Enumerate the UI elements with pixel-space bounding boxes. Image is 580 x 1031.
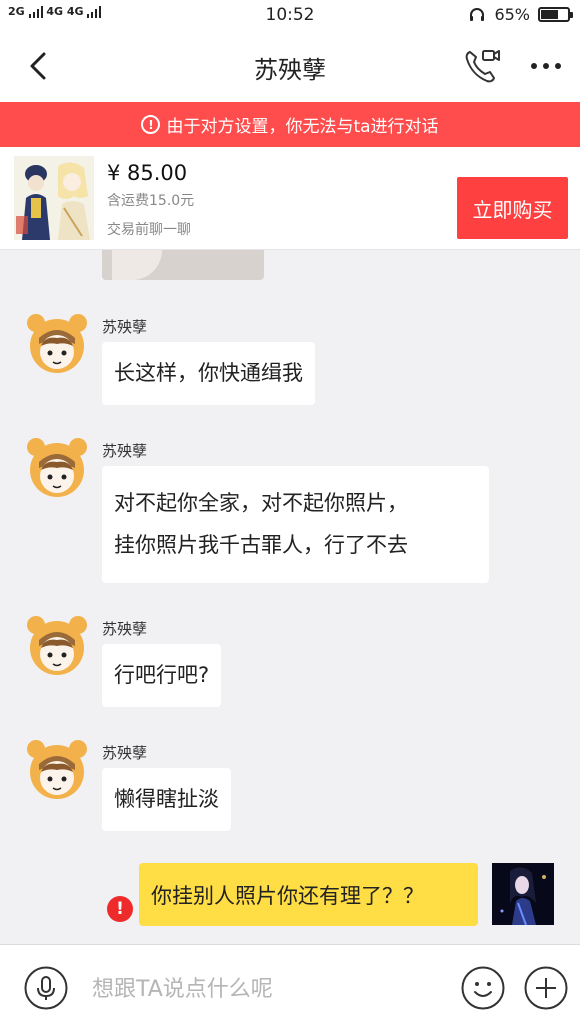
avatar[interactable] xyxy=(25,436,89,500)
buy-now-button[interactable]: 立即购买 xyxy=(457,177,568,239)
my-message-bubble[interactable]: 你挂别人照片你还有理了？？ xyxy=(139,863,478,926)
nav-bar: 苏殃孽 xyxy=(0,30,580,102)
message-text: 长这样，你快通缉我 xyxy=(114,361,303,385)
message-text: 行吧行吧? xyxy=(114,663,210,687)
send-failed-icon[interactable]: ! xyxy=(107,896,133,922)
microphone-icon[interactable] xyxy=(24,966,68,1010)
message-text-line: 对不起你全家，对不起你照片， xyxy=(114,491,408,515)
battery-percent: 65% xyxy=(494,5,530,24)
status-bar: 2G 4G 4G 10:52 65% xyxy=(0,0,580,30)
battery-icon xyxy=(538,7,573,22)
avatar[interactable] xyxy=(25,614,89,678)
sender-name: 苏殃孽 xyxy=(102,318,148,336)
more-icon[interactable] xyxy=(528,48,564,84)
battery-fill xyxy=(541,10,558,19)
warning-icon: ! xyxy=(141,115,161,134)
my-avatar[interactable] xyxy=(492,863,554,925)
image-highlight xyxy=(112,250,162,280)
sender-name: 苏殃孽 xyxy=(102,620,148,638)
message-text-line: 挂你照片我千古罪人，行了不去 xyxy=(114,533,408,557)
headset-icon xyxy=(470,7,485,21)
avatar[interactable] xyxy=(25,312,89,376)
plus-icon[interactable] xyxy=(524,966,568,1010)
message-bubble[interactable]: 懒得瞎扯淡 xyxy=(102,768,231,831)
status-right: 65% xyxy=(468,5,573,24)
my-message-text: 你挂别人照片你还有理了？？ xyxy=(151,883,424,908)
product-shipping: 含运费15.0元 xyxy=(107,193,195,209)
message-bubble[interactable]: 行吧行吧? xyxy=(102,644,222,707)
message-text: 懒得瞎扯淡 xyxy=(114,787,219,811)
video-call-icon[interactable] xyxy=(462,46,502,86)
emoji-icon[interactable] xyxy=(461,966,505,1010)
avatar[interactable] xyxy=(25,738,89,802)
chat-area[interactable]: 苏殃孽 长这样，你快通缉我 苏殃孽 对不起你全家，对不起你照片， 挂你照片我千古… xyxy=(0,250,580,944)
product-hint: 交易前聊一聊 xyxy=(107,222,191,238)
message-input[interactable] xyxy=(92,967,442,1011)
product-card[interactable]: ¥ 85.00 含运费15.0元 交易前聊一聊 立即购买 xyxy=(0,147,580,250)
product-price: ¥ 85.00 xyxy=(107,161,188,185)
sender-name: 苏殃孽 xyxy=(102,442,148,460)
banner-text: 由于对方设置，你无法与ta进行对话 xyxy=(166,117,439,137)
input-bar xyxy=(0,944,580,1031)
product-thumbnail[interactable] xyxy=(14,156,94,240)
previous-image-message[interactable] xyxy=(102,250,264,280)
message-bubble[interactable]: 长这样，你快通缉我 xyxy=(102,342,315,405)
message-bubble[interactable]: 对不起你全家，对不起你照片， 挂你照片我千古罪人，行了不去 xyxy=(102,466,489,583)
warning-banner: ! 由于对方设置，你无法与ta进行对话 xyxy=(0,102,580,147)
sender-name: 苏殃孽 xyxy=(102,744,148,762)
